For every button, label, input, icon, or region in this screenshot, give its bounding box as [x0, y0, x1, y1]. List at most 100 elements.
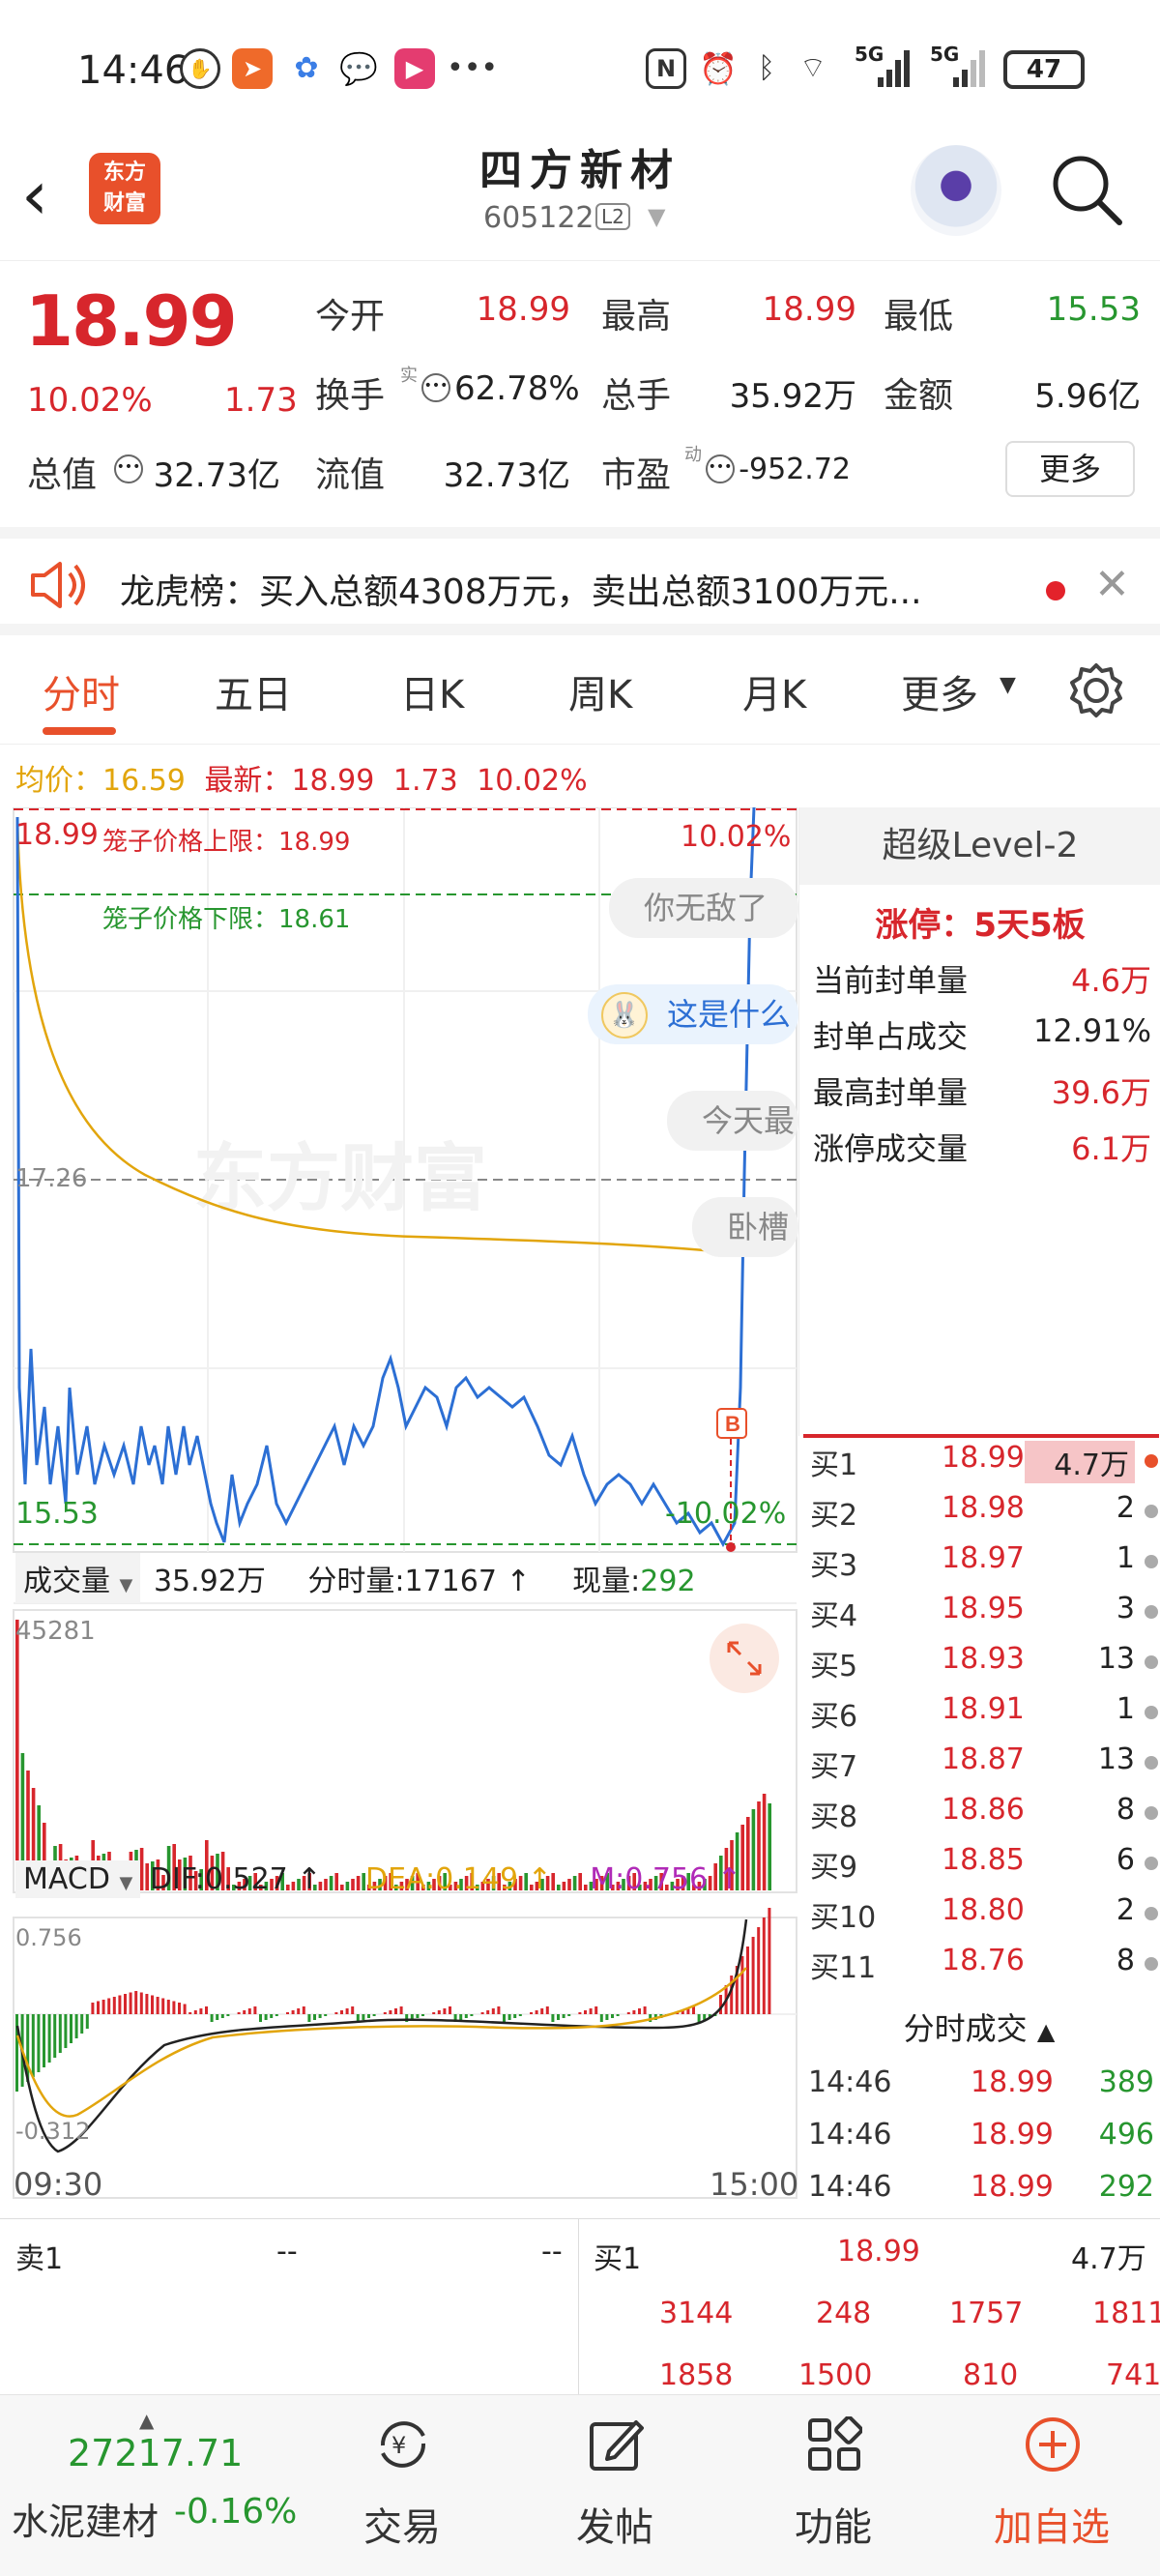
- macd-bar: [210, 2014, 214, 2022]
- volume-header: 成交量 ▼ 35.92万 分时量:17167 ↑ 现量:292: [15, 1553, 696, 1603]
- macd-bar: [43, 2014, 45, 2067]
- macd-bar: [275, 2014, 278, 2016]
- macd-bar: [53, 2014, 57, 2058]
- order-book-summary[interactable]: 卖1 -- -- 买1 18.99 4.7万 3144 248 1757 181…: [0, 2218, 1160, 2395]
- bid-price: 18.85: [942, 1843, 1025, 1877]
- stock-code[interactable]: 605122: [483, 201, 594, 235]
- search-icon[interactable]: [1050, 153, 1123, 226]
- back-button[interactable]: ‹: [21, 157, 79, 234]
- functions-button[interactable]: 功能: [727, 2395, 940, 2576]
- sell1-price: --: [276, 2235, 298, 2269]
- bid-dot: [1145, 1706, 1158, 1719]
- latest-pct: 10.02%: [477, 764, 588, 798]
- comment-bubble[interactable]: 卧槽: [692, 1197, 798, 1257]
- time-end: 15:00: [710, 2166, 799, 2203]
- bid-label: 买11: [810, 1951, 877, 1985]
- last-price: 18.99: [25, 280, 238, 362]
- info-icon[interactable]: •••: [114, 454, 143, 483]
- macd-bar: [345, 2008, 349, 2014]
- caret-down-icon: ▼: [119, 1575, 133, 1595]
- tab-monthly-k[interactable]: 月K: [742, 663, 806, 719]
- bid-row[interactable]: 买8 18.86 8: [810, 1793, 1158, 1843]
- tick-vol-value: 17167: [404, 1565, 497, 1598]
- bid-row[interactable]: 买6 18.91 1: [810, 1692, 1158, 1742]
- add-circle-icon: [1026, 2417, 1080, 2472]
- bid-price: 18.98: [942, 1491, 1025, 1525]
- high-value: 18.99: [762, 290, 856, 329]
- macd-bar: [112, 1997, 116, 2014]
- tab-weekly-k[interactable]: 周K: [568, 663, 632, 719]
- eastmoney-logo[interactable]: 东方 财富: [89, 153, 160, 224]
- dea-value: DEA:0.149: [364, 1862, 519, 1896]
- active-tab-indicator: [43, 727, 116, 735]
- volume-label: 总手: [601, 376, 672, 416]
- bid-row[interactable]: 买3 18.97 1: [810, 1541, 1158, 1592]
- volume-bar: [15, 1620, 19, 1890]
- macd-bar: [437, 2010, 441, 2014]
- macd-bar: [80, 2014, 84, 2034]
- macd-bar: [383, 2012, 387, 2014]
- bid-row[interactable]: 买9 18.85 6: [810, 1843, 1158, 1893]
- macd-bar: [611, 2014, 614, 2018]
- bid-qty: 6: [1116, 1843, 1135, 1877]
- add-watchlist-button[interactable]: 加自选: [945, 2395, 1158, 2576]
- news-text[interactable]: 龙虎榜：买入总额4308万元，卖出总额3100万元...: [120, 564, 1009, 614]
- bid-dot: [1145, 1505, 1158, 1518]
- hand-icon: ✋: [180, 48, 220, 89]
- high-label: 最高: [601, 297, 672, 337]
- tab-intraday[interactable]: 分时: [43, 663, 120, 719]
- macd-indicator-select[interactable]: MACD ▼: [15, 1860, 141, 1898]
- more-quote-button[interactable]: 更多: [1005, 441, 1135, 497]
- tab-more[interactable]: 更多: [901, 663, 978, 719]
- bid-row[interactable]: 买2 18.98 2: [810, 1491, 1158, 1541]
- macd-bar: [626, 2012, 630, 2014]
- bid-label: 买4: [810, 1599, 858, 1633]
- trade-button[interactable]: ¥ 交易: [296, 2395, 508, 2576]
- tick-qty: 389: [1098, 2065, 1154, 2099]
- bid-row[interactable]: 买5 18.93 13: [810, 1642, 1158, 1692]
- bid-row[interactable]: 买1 18.99 4.7万: [810, 1441, 1158, 1491]
- close-icon[interactable]: ✕: [1094, 560, 1130, 609]
- bid-row[interactable]: 买4 18.95 3: [810, 1592, 1158, 1642]
- comment-bubble[interactable]: 🐰 这是什么: [588, 984, 798, 1044]
- bluetooth-icon: ᛒ: [746, 48, 787, 89]
- tab-daily-k[interactable]: 日K: [400, 663, 464, 719]
- macd-bar: [118, 1995, 122, 2014]
- comment-bubble[interactable]: 今天最: [667, 1091, 798, 1151]
- limit-up-streak: 涨停：5天5板: [875, 906, 1086, 945]
- news-ticker[interactable]: 龙虎榜：买入总额4308万元，卖出总额3100万元... ✕: [0, 527, 1160, 635]
- volume-indicator-select[interactable]: 成交量 ▼: [15, 1553, 141, 1603]
- watermark: 东方财富: [193, 1138, 487, 1220]
- tick-qty: 292: [1098, 2170, 1154, 2204]
- comment-bubble[interactable]: 你无敌了: [609, 878, 798, 938]
- macd-bar: [545, 2006, 549, 2014]
- macd-bar: [432, 2012, 436, 2014]
- bid-label: 买5: [810, 1650, 858, 1683]
- chevron-down-icon[interactable]: ▼: [648, 203, 665, 230]
- bid-row[interactable]: 买11 18.76 8: [810, 1944, 1158, 1994]
- info-icon[interactable]: •••: [706, 454, 735, 483]
- info-icon[interactable]: •••: [421, 373, 450, 402]
- bid-price: 18.93: [942, 1642, 1025, 1676]
- tab-five-day[interactable]: 五日: [215, 663, 292, 719]
- ai-assistant-avatar[interactable]: [911, 145, 1001, 236]
- level2-row-value: 6.1万: [1071, 1130, 1151, 1167]
- bid-price: 18.99: [942, 1441, 1025, 1475]
- caret-down-icon[interactable]: ▼: [1000, 673, 1016, 697]
- logo-text-1: 东方: [102, 161, 146, 185]
- macd-bar: [259, 2014, 262, 2022]
- level2-title[interactable]: 超级Level-2: [799, 807, 1160, 885]
- now-vol-value: 292: [640, 1565, 696, 1598]
- tick-time: 14:46: [808, 2170, 892, 2204]
- bid-row[interactable]: 买7 18.87 13: [810, 1742, 1158, 1793]
- settings-gear-icon[interactable]: [1067, 661, 1125, 719]
- level2-row: 当前封单量 4.6万: [813, 956, 1151, 1001]
- bid-row[interactable]: 买10 18.80 2: [810, 1893, 1158, 1944]
- video-app-icon: ▶: [394, 48, 435, 89]
- macd-bar: [151, 1995, 154, 2014]
- queue-order: 1500: [798, 2358, 873, 2392]
- sector-index-button[interactable]: ▲ 27217.71 水泥建材 -0.16%: [0, 2395, 319, 2576]
- tick-trades-toggle[interactable]: 分时成交 ▲: [798, 2000, 1160, 2058]
- macd-bar: [394, 2008, 397, 2014]
- post-button[interactable]: 发帖: [508, 2395, 721, 2576]
